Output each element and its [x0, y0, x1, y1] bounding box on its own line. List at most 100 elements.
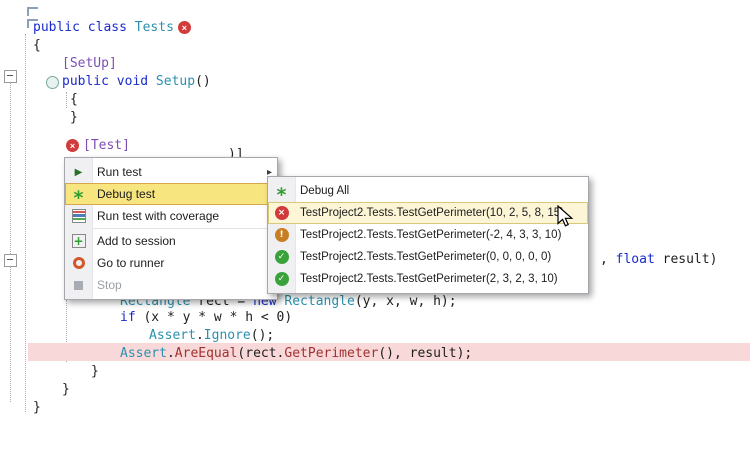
code-text: class: [88, 20, 127, 35]
code-text: (x * y * w * h < 0): [136, 310, 293, 325]
submenu-item-debug-all[interactable]: * Debug All: [268, 180, 588, 202]
stop-icon-glyph: [74, 281, 83, 290]
menu-item-label: Debug All: [300, 185, 349, 197]
unit-test-gutter-icon[interactable]: [46, 76, 59, 89]
code-line-setup-attribute[interactable]: [SetUp]: [62, 55, 117, 72]
fold-collapse-icon[interactable]: [4, 254, 17, 267]
menu-item-run-test[interactable]: ▶Run test▸: [65, 161, 277, 183]
submenu-item-test-neg2-4-3-3-10[interactable]: ! TestProject2.Tests.TestGetPerimeter(-2,…: [268, 224, 588, 246]
code-text: }: [62, 382, 70, 397]
code-line-outer-close-brace[interactable]: }: [33, 399, 41, 416]
code-fragment-signature-tail[interactable]: , float result): [600, 251, 717, 268]
test-failed-badge-icon[interactable]: ×: [178, 21, 191, 34]
code-line-assert-ignore[interactable]: Assert.Ignore();: [149, 327, 274, 344]
go-to-runner-icon-glyph: [73, 257, 85, 269]
menu-item-label: Run test with coverage: [97, 209, 219, 223]
inconclusive-status-icon: !: [268, 228, 295, 242]
menu-item-label: TestProject2.Tests.TestGetPerimeter(2, 3…: [300, 273, 558, 285]
run-test-icon: ▶: [65, 167, 92, 178]
code-text: AreEqual: [175, 346, 238, 361]
code-line-failed-assertion[interactable]: Assert.AreEqual(rect.GetPerimeter(), res…: [120, 345, 472, 362]
menu-item-label: TestProject2.Tests.TestGetPerimeter(-2, …: [300, 229, 561, 241]
test-failed-badge-icon[interactable]: ×: [66, 139, 79, 152]
code-text: (): [195, 74, 211, 89]
code-line-setup-open-brace[interactable]: {: [70, 91, 78, 108]
code-text: (y, x, w, h);: [355, 294, 457, 309]
menu-item-run-test-with-coverage[interactable]: Run test with coverage▸: [65, 205, 277, 227]
code-text: Rectangle: [284, 294, 354, 309]
passed-status-icon-glyph: ✓: [275, 250, 289, 264]
code-text: (), result);: [378, 346, 472, 361]
code-text: result): [655, 252, 718, 267]
failed-status-icon-glyph: ×: [275, 206, 289, 220]
code-text: [SetUp]: [62, 56, 117, 71]
menu-item-go-to-runner[interactable]: Go to runner▸: [65, 252, 277, 274]
menu-item-label: Debug test: [97, 187, 155, 201]
stop-icon: [65, 281, 92, 290]
go-to-runner-icon: [65, 257, 92, 269]
context-menu-items: ▶Run test▸*Debug test▸Run test with cove…: [65, 161, 277, 296]
code-text: Ignore: [204, 328, 251, 343]
code-text: }: [33, 400, 41, 415]
code-text: Assert: [149, 328, 196, 343]
inconclusive-status-icon-glyph: !: [275, 228, 289, 242]
code-line-test-attribute[interactable]: ×[Test]: [62, 137, 130, 154]
code-line-if-statement[interactable]: if (x * y * w * h < 0): [120, 309, 292, 326]
debug-status-icon: *: [268, 180, 295, 202]
menu-item-label: TestProject2.Tests.TestGetPerimeter(10, …: [300, 207, 564, 219]
code-text: if: [120, 310, 136, 325]
code-line-open-brace[interactable]: {: [33, 37, 41, 54]
menu-item-label: Run test: [97, 165, 142, 179]
coverage-icon: [65, 209, 92, 223]
code-text: {: [33, 38, 41, 53]
debug-test-icon: *: [65, 183, 92, 205]
passed-status-icon: ✓: [268, 250, 295, 264]
failed-status-icon: ×: [268, 206, 295, 220]
code-text: {: [70, 92, 78, 107]
menu-separator: [93, 228, 275, 229]
menu-item-label: Go to runner: [97, 256, 164, 270]
code-text: GetPerimeter: [284, 346, 378, 361]
code-text: Assert: [120, 346, 167, 361]
passed-status-icon: ✓: [268, 272, 295, 286]
submenu-items: * Debug All × TestProject2.Tests.TestGetPer…: [268, 180, 588, 290]
passed-status-icon-glyph: ✓: [275, 272, 289, 286]
fold-collapse-icon[interactable]: [4, 70, 17, 83]
code-text: Tests: [135, 20, 174, 35]
code-text: float: [616, 252, 655, 267]
code-line-method-close-brace[interactable]: }: [91, 363, 99, 380]
debug-test-submenu: * Debug All × TestProject2.Tests.TestGetPer…: [267, 176, 589, 294]
code-line-setup-close-brace[interactable]: }: [70, 109, 78, 126]
code-line-class-close-brace[interactable]: }: [62, 381, 70, 398]
menu-item-stop[interactable]: Stop: [65, 274, 277, 296]
menu-item-label: TestProject2.Tests.TestGetPerimeter(0, 0…: [300, 251, 551, 263]
mouse-cursor-icon: [556, 205, 578, 229]
structure-guide-icon: [27, 7, 38, 16]
menu-item-add-to-session[interactable]: +Add to session▸: [65, 230, 277, 252]
submenu-item-test-2-3-2-3-10[interactable]: ✓ TestProject2.Tests.TestGetPerimeter(2, …: [268, 268, 588, 290]
code-text: .: [167, 346, 175, 361]
code-text: Setup: [156, 74, 195, 89]
code-line-class-decl[interactable]: public class Tests×: [33, 19, 195, 36]
indent-guide: [25, 34, 26, 412]
submenu-item-test-10-2-5-8-15[interactable]: × TestProject2.Tests.TestGetPerimeter(10,…: [268, 202, 588, 224]
code-text: [127, 20, 135, 35]
run-test-icon-glyph: ▶: [75, 167, 83, 178]
code-text: }: [70, 110, 78, 125]
code-text: .: [196, 328, 204, 343]
code-line-setup-method[interactable]: public void Setup(): [62, 73, 211, 90]
code-text: ();: [251, 328, 274, 343]
submenu-item-test-0-0-0-0-0[interactable]: ✓ TestProject2.Tests.TestGetPerimeter(0, …: [268, 246, 588, 268]
code-text: }: [91, 364, 99, 379]
indent-guide: [66, 92, 67, 108]
code-text: public void: [62, 74, 156, 89]
code-text: (rect.: [237, 346, 284, 361]
code-text: [80, 20, 88, 35]
context-menu: ▶Run test▸*Debug test▸Run test with cove…: [64, 157, 278, 300]
menu-item-label: Stop: [97, 278, 122, 292]
coverage-icon-glyph: [72, 209, 86, 223]
menu-item-label: Add to session: [97, 234, 176, 248]
menu-item-debug-test[interactable]: *Debug test▸: [65, 183, 277, 205]
code-editor: public class Tests×{[SetUp]public void S…: [0, 0, 750, 476]
code-text: ,: [600, 252, 616, 267]
